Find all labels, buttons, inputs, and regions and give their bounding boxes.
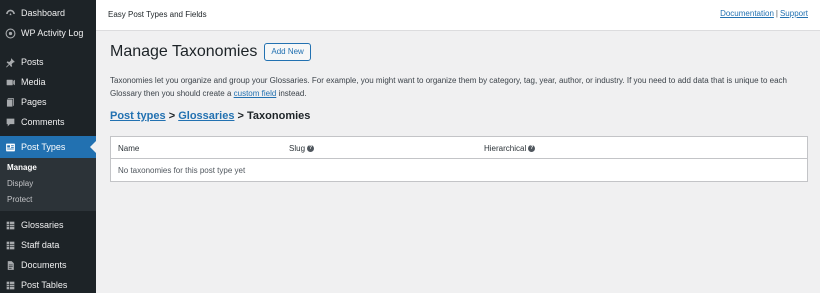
- heading-row: Manage Taxonomies Add New: [110, 43, 311, 61]
- menu-item-pages[interactable]: Pages: [0, 92, 96, 112]
- menu-item-label: Post Tables: [21, 280, 68, 290]
- document-icon: [5, 260, 16, 271]
- column-label: Slug: [289, 144, 306, 153]
- add-new-button[interactable]: Add New: [264, 43, 311, 61]
- support-link[interactable]: Support: [780, 9, 808, 18]
- media-icon: [5, 77, 16, 88]
- column-label: Name: [118, 144, 140, 153]
- menu-item-label: Documents: [21, 260, 67, 270]
- table-header: Name Slug? Hierarchical?: [111, 137, 807, 159]
- menu-item-label: Posts: [21, 57, 44, 67]
- admin-sidebar: Dashboard WP Activity Log Posts Media Pa…: [0, 0, 96, 293]
- menu-item-label: Staff data: [21, 240, 60, 250]
- comments-icon: [5, 117, 16, 128]
- menu-item-label: Media: [21, 77, 46, 87]
- breadcrumb-post-types[interactable]: Post types: [110, 110, 166, 122]
- active-menu-arrow: [90, 141, 96, 153]
- page-description: Taxonomies let you organize and group yo…: [110, 74, 810, 100]
- menu-item-post-tables[interactable]: Post Tables: [0, 275, 96, 293]
- post-types-icon: [5, 142, 16, 153]
- column-label: Hierarchical: [484, 144, 527, 153]
- table-icon: [5, 220, 16, 231]
- breadcrumb: Post types > Glossaries > Taxonomies: [110, 110, 310, 122]
- description-text-end: instead.: [276, 89, 307, 98]
- column-header-name: Name: [118, 144, 139, 153]
- menu-item-posts[interactable]: Posts: [0, 52, 96, 72]
- post-types-submenu: Manage Display Protect: [0, 158, 96, 211]
- menu-item-dashboard[interactable]: Dashboard: [0, 3, 96, 23]
- pin-icon: [5, 57, 16, 68]
- menu-item-label: Glossaries: [21, 220, 64, 230]
- menu-item-documents[interactable]: Documents: [0, 255, 96, 275]
- menu-item-staff-data[interactable]: Staff data: [0, 235, 96, 255]
- menu-item-label: Pages: [21, 97, 47, 107]
- pages-icon: [5, 97, 16, 108]
- help-icon[interactable]: ?: [307, 145, 315, 152]
- menu-item-label: Dashboard: [21, 8, 66, 18]
- menu-item-wp-activity-log[interactable]: WP Activity Log: [0, 23, 96, 43]
- breadcrumb-separator: >: [237, 110, 244, 122]
- table-icon: [5, 240, 16, 251]
- table-row: No taxonomies for this post type yet: [111, 159, 807, 181]
- menu-item-comments[interactable]: Comments: [0, 112, 96, 132]
- submenu-item-manage[interactable]: Manage: [0, 160, 96, 176]
- breadcrumb-current: Taxonomies: [247, 110, 311, 122]
- submenu-item-display[interactable]: Display: [0, 176, 96, 192]
- menu-item-glossaries[interactable]: Glossaries: [0, 215, 96, 235]
- column-header-slug: Slug?: [289, 144, 315, 153]
- menu-item-label: WP Activity Log: [21, 28, 84, 38]
- plugin-header: Easy Post Types and Fields Documentation…: [96, 0, 820, 31]
- custom-field-link[interactable]: custom field: [234, 89, 277, 98]
- empty-message: No taxonomies for this post type yet: [118, 166, 246, 175]
- breadcrumb-separator: >: [168, 110, 176, 122]
- table-icon: [5, 280, 16, 291]
- page-title: Manage Taxonomies: [110, 43, 258, 60]
- description-text: Taxonomies let you organize and group yo…: [110, 76, 787, 98]
- taxonomies-table: Name Slug? Hierarchical? No taxonomies f…: [110, 136, 808, 182]
- plugin-title: Easy Post Types and Fields: [108, 10, 207, 19]
- menu-item-media[interactable]: Media: [0, 72, 96, 92]
- link-separator: |: [775, 9, 778, 18]
- header-links: Documentation | Support: [720, 9, 808, 18]
- menu-item-label: Comments: [21, 117, 65, 127]
- submenu-item-protect[interactable]: Protect: [0, 192, 96, 208]
- breadcrumb-glossaries[interactable]: Glossaries: [178, 110, 234, 122]
- activity-log-icon: [5, 28, 16, 39]
- menu-item-post-types[interactable]: Post Types: [0, 136, 96, 158]
- column-header-hierarchical: Hierarchical?: [484, 144, 536, 153]
- menu-item-label: Post Types: [21, 142, 66, 152]
- documentation-link[interactable]: Documentation: [720, 9, 774, 18]
- help-icon[interactable]: ?: [528, 145, 536, 152]
- dashboard-icon: [5, 8, 16, 19]
